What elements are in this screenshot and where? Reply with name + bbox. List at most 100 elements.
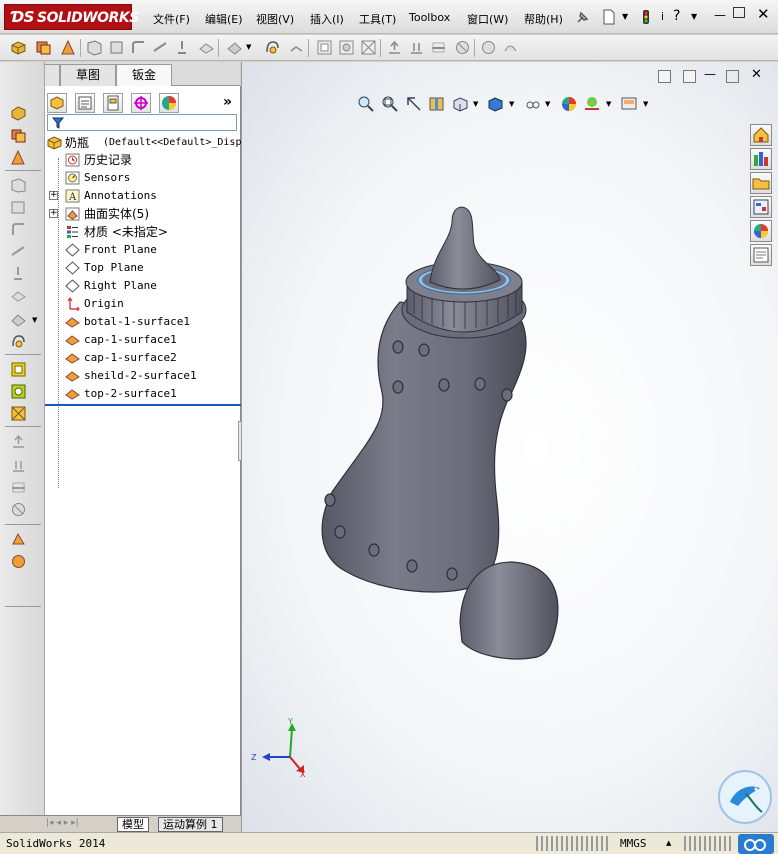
rebuild-traffic-light-icon[interactable] xyxy=(638,9,654,25)
dimxpert-manager-tab[interactable] xyxy=(131,93,151,113)
curves-icon[interactable] xyxy=(264,39,281,56)
wrap-icon[interactable] xyxy=(338,39,355,56)
viewport-minimize-icon[interactable]: — xyxy=(704,67,716,81)
forming-tool-icon[interactable] xyxy=(10,334,27,349)
graphics-area[interactable]: — ✕ ▼ ▼ ▼ ▼ ▼ Y Z X xyxy=(241,62,778,832)
split-view-icon[interactable] xyxy=(658,70,671,83)
move-face-icon[interactable] xyxy=(386,39,403,56)
view-orientation-icon[interactable] xyxy=(452,95,470,113)
corner-trim-icon[interactable] xyxy=(10,312,27,327)
tree-item-cap-1-surface2[interactable]: cap-1-surface2 xyxy=(45,349,241,367)
hem-icon[interactable] xyxy=(10,178,27,193)
chevron-down-icon[interactable]: ▼ xyxy=(473,100,478,108)
revolve-boss-icon[interactable] xyxy=(35,39,52,56)
help-chevron-icon[interactable]: ▼ xyxy=(691,12,697,21)
assistant-bird-icon[interactable] xyxy=(716,768,774,826)
sketched-bend-icon[interactable] xyxy=(10,222,27,237)
fillet-icon[interactable] xyxy=(130,39,147,56)
tab-scroll-arrows-icon[interactable]: |◂ ◂ ▸ ▸| xyxy=(46,818,79,828)
task-pane-view-palette[interactable] xyxy=(750,196,772,218)
no-bends-icon[interactable] xyxy=(10,434,27,449)
zoom-to-fit-icon[interactable] xyxy=(357,95,375,113)
chevron-down-icon[interactable]: ▼ xyxy=(606,100,611,108)
insert-bends-icon[interactable] xyxy=(10,480,27,495)
intersect-icon[interactable] xyxy=(360,39,377,56)
dome-icon[interactable] xyxy=(454,39,471,56)
menu-help[interactable]: 帮助(H) xyxy=(524,11,563,27)
tab-sheet-metal[interactable]: 钣金 xyxy=(116,64,172,87)
tree-item-surface-bodies[interactable]: + 曲面实体(5) xyxy=(45,205,241,223)
convert-to-sheet-metal-icon[interactable] xyxy=(10,502,27,517)
expand-plus-icon[interactable]: + xyxy=(49,191,58,200)
apply-scene-icon[interactable] xyxy=(583,95,601,113)
edge-flange-icon[interactable] xyxy=(10,128,27,143)
info-icon[interactable]: i xyxy=(661,10,664,23)
tree-item-origin[interactable]: Origin xyxy=(45,295,241,313)
cross-break-icon[interactable] xyxy=(10,244,27,259)
zoom-to-area-icon[interactable] xyxy=(381,95,399,113)
shell-icon[interactable] xyxy=(316,39,333,56)
solidworks-logo[interactable]: ƊS SOLIDWORKS xyxy=(4,4,139,30)
tab-sketch[interactable]: 草图 xyxy=(60,64,116,86)
chevron-down-icon[interactable]: ▼ xyxy=(32,316,37,324)
task-pane-design-library[interactable] xyxy=(750,148,772,170)
extrude-cut-icon[interactable] xyxy=(86,39,103,56)
split-line-icon[interactable] xyxy=(430,39,447,56)
tab-model[interactable]: 模型 xyxy=(117,817,149,832)
baby-bottle-model[interactable] xyxy=(312,202,572,662)
previous-view-icon[interactable] xyxy=(405,95,423,113)
vent-icon[interactable] xyxy=(10,554,27,569)
property-manager-tab[interactable] xyxy=(75,93,95,113)
pin-icon[interactable] xyxy=(574,10,590,26)
lofted-bend-icon[interactable] xyxy=(10,532,27,547)
hide-show-items-icon[interactable] xyxy=(524,95,542,113)
viewport-restore-icon[interactable] xyxy=(726,70,739,83)
reference-geometry-icon[interactable] xyxy=(226,39,243,56)
rollback-bar[interactable] xyxy=(45,404,241,406)
offset-face-icon[interactable] xyxy=(408,39,425,56)
tree-item-material[interactable]: 材质 <未指定> xyxy=(45,223,241,241)
miter-flange-icon[interactable] xyxy=(10,150,27,165)
flatten-icon[interactable] xyxy=(10,406,27,421)
status-units[interactable]: MMGS xyxy=(620,837,647,850)
display-manager-tab[interactable] xyxy=(159,93,179,113)
closed-corner-icon[interactable] xyxy=(10,266,27,281)
menu-insert[interactable]: 插入(I) xyxy=(310,11,344,27)
base-flange-icon[interactable] xyxy=(10,106,27,121)
view-settings-icon[interactable] xyxy=(620,95,638,113)
help-icon[interactable]: ? xyxy=(673,8,680,24)
tree-item-cap-1-surface1[interactable]: cap-1-surface1 xyxy=(45,331,241,349)
fold-icon[interactable] xyxy=(10,384,27,399)
freeform-icon[interactable] xyxy=(480,39,497,56)
extrude-boss-icon[interactable] xyxy=(10,39,27,56)
task-pane-custom-properties[interactable] xyxy=(750,244,772,266)
feature-tree-root[interactable]: 奶瓶 (Default<<Default>_Disp xyxy=(45,134,241,152)
jog-icon[interactable] xyxy=(10,200,27,215)
revolve-cut-icon[interactable] xyxy=(108,39,125,56)
close-icon[interactable]: ✕ xyxy=(757,5,770,23)
feature-tree-tab[interactable] xyxy=(47,93,67,113)
edit-appearance-icon[interactable] xyxy=(560,95,578,113)
tree-item-front-plane[interactable]: Front Plane xyxy=(45,241,241,259)
section-view-icon[interactable] xyxy=(428,95,446,113)
chevron-down-icon[interactable]: ▼ xyxy=(509,100,514,108)
collaboration-icon[interactable] xyxy=(738,834,774,854)
tree-item-top-plane[interactable]: Top Plane xyxy=(45,259,241,277)
display-style-icon[interactable] xyxy=(487,95,505,113)
pattern-icon[interactable] xyxy=(152,39,169,56)
expand-plus-icon[interactable]: + xyxy=(49,209,58,218)
instant3d-icon[interactable] xyxy=(288,39,305,56)
task-pane-appearances[interactable] xyxy=(750,220,772,242)
rib-icon[interactable] xyxy=(174,39,191,56)
rip-icon[interactable] xyxy=(10,458,27,473)
sweep-boss-icon[interactable] xyxy=(60,39,77,56)
draft-icon[interactable] xyxy=(198,39,215,56)
minimize-icon[interactable]: — xyxy=(714,8,726,22)
menu-toolbox[interactable]: Toolbox xyxy=(409,11,450,24)
chevron-down-icon[interactable]: ▼ xyxy=(246,43,251,51)
deform-icon[interactable] xyxy=(502,39,519,56)
menu-file[interactable]: 文件(F) xyxy=(153,11,190,27)
task-pane-resources[interactable] xyxy=(750,124,772,146)
tree-item-annotations[interactable]: + A Annotations xyxy=(45,187,241,205)
menu-window[interactable]: 窗口(W) xyxy=(467,11,508,27)
